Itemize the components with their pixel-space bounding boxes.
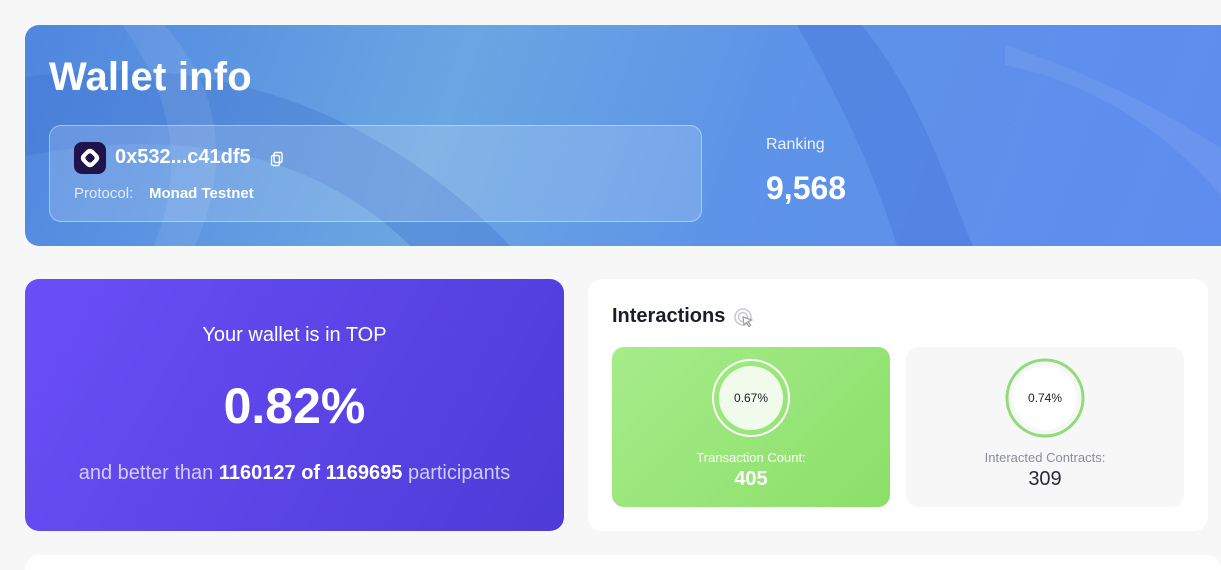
- page-title: Wallet info: [49, 55, 252, 99]
- interacted-contracts-value: 309: [1028, 468, 1062, 490]
- next-section-card: [25, 555, 1221, 570]
- wallet-address: 0x532...c41df5: [115, 146, 251, 168]
- copy-icon[interactable]: [270, 151, 284, 167]
- of-word: of: [301, 462, 321, 484]
- ranking-value: 9,568: [766, 170, 847, 206]
- contracts-ring-label: 0.74%: [1027, 391, 1063, 405]
- transaction-count-value: 405: [734, 468, 768, 490]
- ranking-label: Ranking: [766, 136, 825, 153]
- better-than-count: 1160127: [218, 462, 296, 484]
- top-rank-card: Your wallet is in TOP 0.82% and better t…: [25, 279, 564, 531]
- top-subtext: and better than 1160127 of 1169695 parti…: [25, 462, 564, 485]
- interactions-card: Interactions 0.67% Transaction Count: 40…: [588, 279, 1208, 531]
- top-heading: Your wallet is in TOP: [202, 324, 387, 346]
- interactions-title: Interactions: [612, 305, 726, 327]
- interacted-contracts-label: Interacted Contracts:: [984, 450, 1106, 465]
- transaction-count-stat: 0.67% Transaction Count: 405: [612, 347, 890, 507]
- transaction-count-label: Transaction Count:: [696, 450, 806, 465]
- total-participants: 1169695: [325, 462, 403, 484]
- interacted-contracts-stat: 0.74% Interacted Contracts: 309: [906, 347, 1184, 507]
- top-percent: 0.82%: [223, 378, 366, 434]
- protocol-label: Protocol:: [74, 185, 134, 202]
- monad-logo-icon: [74, 142, 106, 174]
- transaction-ring-label: 0.67%: [733, 391, 769, 405]
- sub-prefix: and better than: [78, 462, 214, 484]
- cursor-click-icon[interactable]: [733, 307, 755, 329]
- protocol-value: Monad Testnet: [149, 185, 254, 202]
- sub-suffix: participants: [407, 462, 511, 484]
- wallet-card: 0x532...c41df5 Protocol: Monad Testnet: [49, 125, 702, 222]
- wallet-info-banner: Wallet info 0x532...c41df5 Protocol: Mon…: [25, 25, 1221, 246]
